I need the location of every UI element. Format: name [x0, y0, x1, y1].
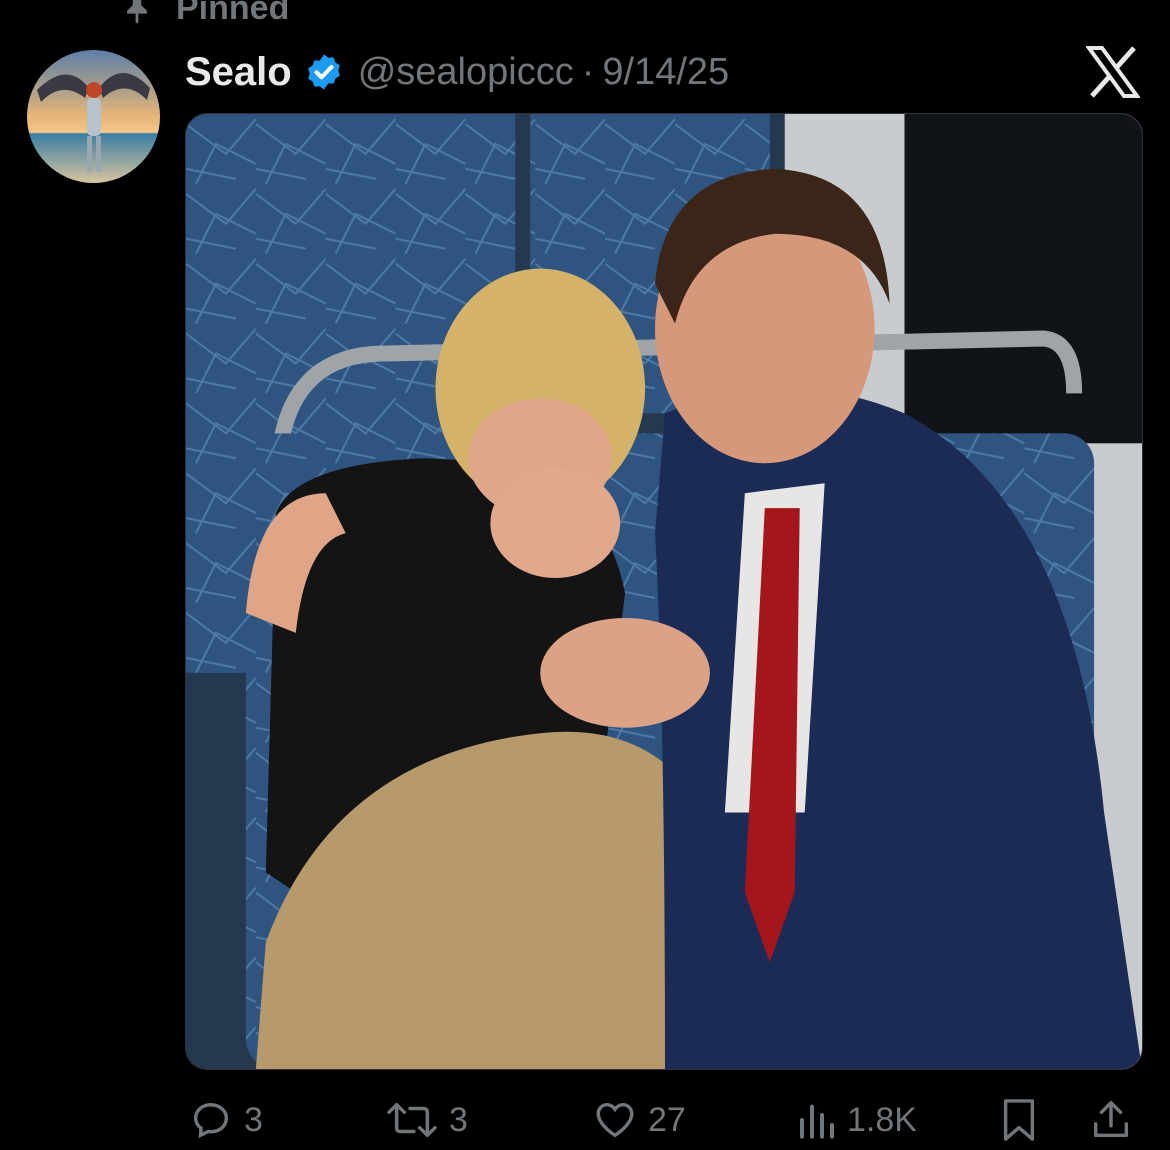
reply-icon	[193, 1102, 229, 1139]
repost-button[interactable]: 3	[385, 1096, 468, 1144]
bookmark-button[interactable]	[998, 1096, 1040, 1144]
tweet-header: Sealo @sealopiccc · 9/14/25	[185, 44, 729, 100]
pin-icon	[120, 0, 154, 25]
x-logo-icon	[1086, 46, 1140, 98]
reply-button[interactable]: 3	[188, 1096, 263, 1144]
share-icon	[1093, 1101, 1129, 1138]
like-count: 27	[648, 1100, 686, 1139]
bookmark-icon	[1003, 1099, 1035, 1141]
views-chart-icon	[800, 1104, 834, 1139]
pinned-indicator: Pinned	[120, 0, 289, 30]
display-name[interactable]: Sealo	[185, 50, 292, 95]
verified-badge-icon[interactable]	[304, 52, 344, 92]
pinned-label: Pinned	[176, 0, 290, 27]
header-separator: ·	[581, 50, 595, 93]
views-button[interactable]: 1.8K	[797, 1096, 917, 1144]
heart-icon	[596, 1102, 634, 1138]
avatar[interactable]	[27, 50, 160, 183]
tweet-media-image[interactable]	[185, 113, 1143, 1070]
view-count: 1.8K	[847, 1100, 917, 1139]
tweet-actions: 3 3 27 1.8K	[0, 1090, 1170, 1150]
repost-count: 3	[449, 1100, 468, 1139]
user-handle[interactable]: @sealopiccc	[358, 51, 574, 94]
share-button[interactable]	[1088, 1096, 1134, 1144]
like-button[interactable]: 27	[592, 1096, 686, 1144]
tweet-date[interactable]: 9/14/25	[602, 51, 729, 94]
repost-icon	[387, 1102, 437, 1138]
reply-count: 3	[244, 1100, 263, 1139]
tweet-page: Pinned Sealo @sealopiccc · 9/14/25 3 3 2…	[0, 0, 1170, 1150]
